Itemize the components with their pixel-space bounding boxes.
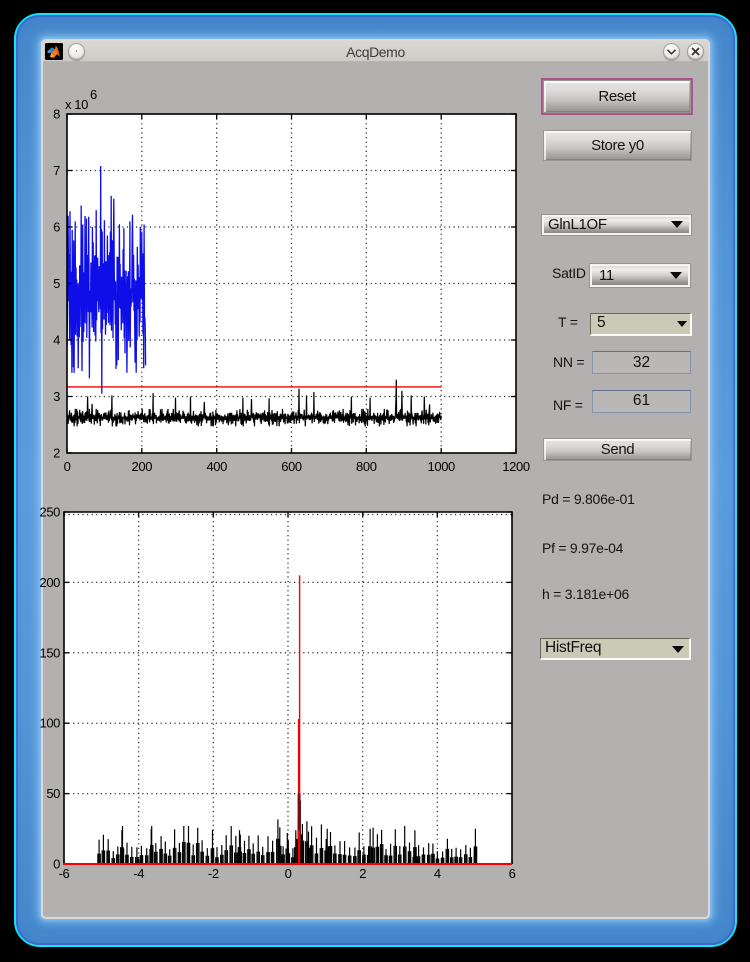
svg-text:4: 4 <box>53 333 60 348</box>
svg-text:-2: -2 <box>208 866 219 881</box>
svg-text:6: 6 <box>509 866 516 881</box>
svg-text:1000: 1000 <box>428 459 455 474</box>
svg-text:150: 150 <box>40 645 61 660</box>
svg-text:800: 800 <box>356 459 377 474</box>
svg-text:200: 200 <box>132 459 153 474</box>
svg-text:50: 50 <box>46 786 60 801</box>
svg-text:250: 250 <box>40 505 61 520</box>
svg-text:x 10: x 10 <box>65 97 88 112</box>
svg-text:0: 0 <box>53 857 60 872</box>
svg-text:0: 0 <box>285 866 292 881</box>
svg-text:0: 0 <box>64 459 71 474</box>
svg-text:6: 6 <box>90 87 97 102</box>
svg-text:4: 4 <box>434 866 441 881</box>
svg-text:-4: -4 <box>133 866 144 881</box>
svg-text:5: 5 <box>53 276 60 291</box>
svg-text:200: 200 <box>40 575 61 590</box>
svg-text:3: 3 <box>53 389 60 404</box>
svg-text:7: 7 <box>53 163 60 178</box>
svg-text:1200: 1200 <box>502 459 529 474</box>
svg-text:2: 2 <box>359 866 366 881</box>
svg-text:6: 6 <box>53 220 60 235</box>
svg-text:2: 2 <box>53 446 60 461</box>
svg-text:8: 8 <box>53 107 60 122</box>
svg-text:600: 600 <box>281 459 302 474</box>
svg-text:400: 400 <box>206 459 227 474</box>
svg-text:-6: -6 <box>59 866 70 881</box>
svg-text:100: 100 <box>40 716 61 731</box>
